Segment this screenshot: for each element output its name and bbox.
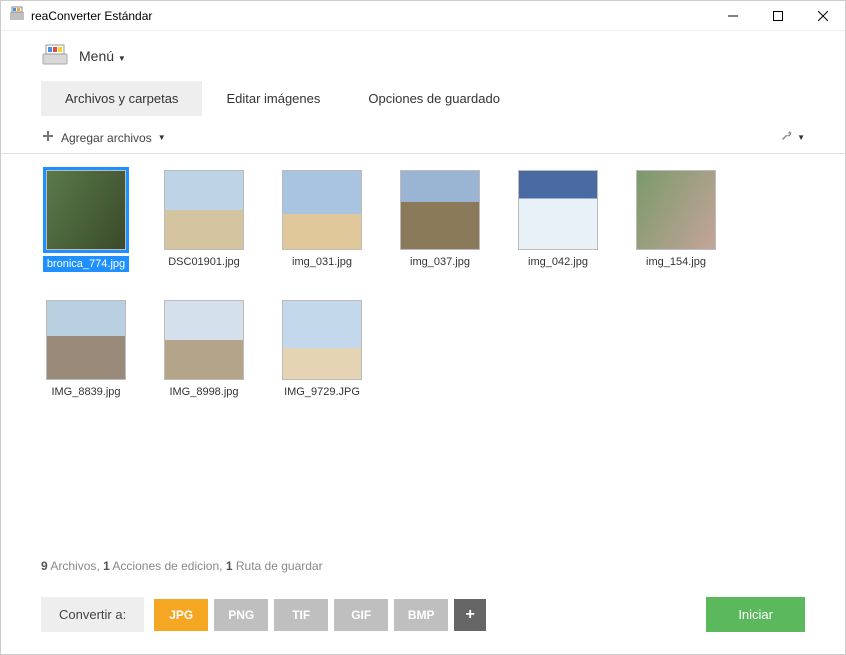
window-titlebar: reaConverter Estándar	[1, 1, 845, 31]
file-item[interactable]: IMG_9729.JPG	[277, 300, 367, 398]
format-bmp[interactable]: BMP	[394, 599, 448, 631]
menubar: Menú ▼	[1, 31, 845, 81]
wrench-icon	[779, 128, 793, 147]
add-files-label: Agregar archivos	[61, 131, 152, 145]
app-logo-icon	[41, 42, 69, 71]
file-name-label: img_154.jpg	[646, 256, 706, 268]
status-path-count: 1	[226, 559, 233, 573]
tab-1[interactable]: Editar imágenes	[202, 81, 344, 116]
status-file-count: 9	[41, 559, 48, 573]
maximize-button[interactable]	[755, 1, 800, 30]
tab-0[interactable]: Archivos y carpetas	[41, 81, 202, 116]
thumbnail-image	[46, 300, 126, 380]
file-name-label: IMG_9729.JPG	[284, 386, 360, 398]
file-name-label: IMG_8839.jpg	[51, 386, 120, 398]
file-item[interactable]: bronica_774.jpg	[41, 170, 131, 272]
status-action-count: 1	[103, 559, 110, 573]
settings-dropdown[interactable]: ▼	[779, 128, 805, 147]
thumbnail-image	[518, 170, 598, 250]
file-item[interactable]: DSC01901.jpg	[159, 170, 249, 272]
toolbar: Agregar archivos ▼ ▼	[1, 122, 845, 154]
status-path-word: Ruta de guardar	[236, 559, 323, 573]
thumbnail-image	[164, 300, 244, 380]
file-item[interactable]: IMG_8998.jpg	[159, 300, 249, 398]
window-title: reaConverter Estándar	[31, 9, 152, 23]
file-item[interactable]: IMG_8839.jpg	[41, 300, 131, 398]
format-gif[interactable]: GIF	[334, 599, 388, 631]
footer: Convertir a: JPGPNGTIFGIFBMP+ Iniciar	[1, 583, 845, 654]
status-action-word: Acciones de edicion,	[112, 559, 222, 573]
file-grid: bronica_774.jpg DSC01901.jpg img_031.jpg im…	[1, 154, 845, 549]
file-name-label: IMG_8998.jpg	[169, 386, 238, 398]
thumbnail-image	[282, 300, 362, 380]
convert-to-label: Convertir a:	[41, 597, 144, 632]
format-row: JPGPNGTIFGIFBMP+	[154, 599, 486, 631]
file-name-label: DSC01901.jpg	[168, 256, 240, 268]
file-item[interactable]: img_037.jpg	[395, 170, 485, 272]
chevron-down-icon: ▼	[797, 133, 805, 142]
file-item[interactable]: img_031.jpg	[277, 170, 367, 272]
tab-row: Archivos y carpetasEditar imágenesOpcion…	[1, 81, 845, 116]
format-tif[interactable]: TIF	[274, 599, 328, 631]
plus-icon	[41, 129, 55, 146]
add-format-button[interactable]: +	[454, 599, 486, 631]
file-name-label: img_042.jpg	[528, 256, 588, 268]
window-controls	[710, 1, 845, 30]
add-files-button[interactable]: Agregar archivos ▼	[41, 129, 166, 146]
chevron-down-icon: ▼	[158, 133, 166, 142]
format-png[interactable]: PNG	[214, 599, 268, 631]
file-name-label: img_031.jpg	[292, 256, 352, 268]
menu-label: Menú	[79, 48, 114, 64]
tab-2[interactable]: Opciones de guardado	[344, 81, 524, 116]
thumbnail-image	[400, 170, 480, 250]
app-icon	[9, 5, 25, 26]
thumbnail-image	[282, 170, 362, 250]
thumbnail-image	[164, 170, 244, 250]
format-jpg[interactable]: JPG	[154, 599, 208, 631]
close-button[interactable]	[800, 1, 845, 30]
file-name-label: bronica_774.jpg	[43, 256, 129, 272]
file-name-label: img_037.jpg	[410, 256, 470, 268]
file-item[interactable]: img_042.jpg	[513, 170, 603, 272]
thumbnail-image	[636, 170, 716, 250]
minimize-button[interactable]	[710, 1, 755, 30]
file-item[interactable]: img_154.jpg	[631, 170, 721, 272]
start-button[interactable]: Iniciar	[706, 597, 805, 632]
status-bar: 9 Archivos, 1 Acciones de edicion, 1 Rut…	[1, 549, 845, 583]
status-file-word: Archivos,	[50, 559, 99, 573]
chevron-down-icon: ▼	[118, 54, 126, 63]
menu-dropdown[interactable]: Menú ▼	[79, 48, 126, 64]
thumbnail-image	[46, 170, 126, 250]
